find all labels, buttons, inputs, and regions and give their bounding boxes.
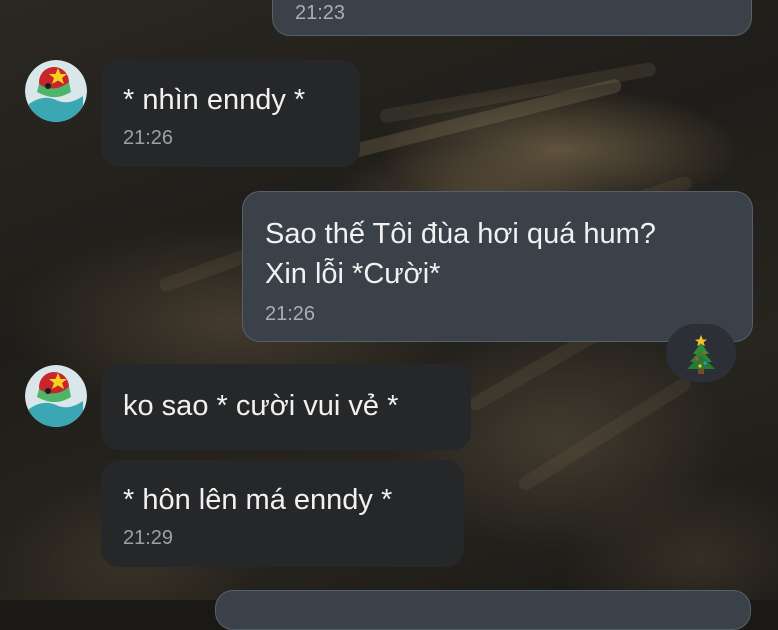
green-bird-character-avatar-icon xyxy=(25,365,87,427)
message-bubble-incoming[interactable]: ko sao * cười vui vẻ * xyxy=(101,364,471,450)
message-text: Sao thế Tôi đùa hơi quá hum? Xin lỗi *Cư… xyxy=(265,218,656,290)
message-bubble-outgoing[interactable]: Sao thế Tôi đùa hơi quá hum? Xin lỗi *Cư… xyxy=(242,191,753,342)
message-time: 21:26 xyxy=(123,127,174,149)
message-reaction-badge[interactable] xyxy=(666,324,736,382)
message-bubble-incoming[interactable]: * hôn lên má enndy * 21:29 xyxy=(101,460,464,567)
message-text: * nhìn enndy * xyxy=(123,84,306,116)
message-bubble-outgoing[interactable]: 21:23 xyxy=(272,0,752,36)
message-bubble-outgoing[interactable] xyxy=(215,590,751,630)
christmas-tree-icon xyxy=(687,335,715,374)
message-bubble-incoming[interactable]: * nhìn enndy * 21:26 xyxy=(101,60,360,167)
message-time: 21:23 xyxy=(295,2,346,24)
green-bird-character-avatar-icon xyxy=(25,60,87,122)
message-text: * hôn lên má enndy * xyxy=(123,484,393,516)
message-time: 21:29 xyxy=(123,527,174,549)
message-text: ko sao * cười vui vẻ * xyxy=(123,390,399,422)
contact-avatar[interactable] xyxy=(25,365,87,427)
message-time: 21:26 xyxy=(265,303,316,325)
contact-avatar[interactable] xyxy=(25,60,87,122)
